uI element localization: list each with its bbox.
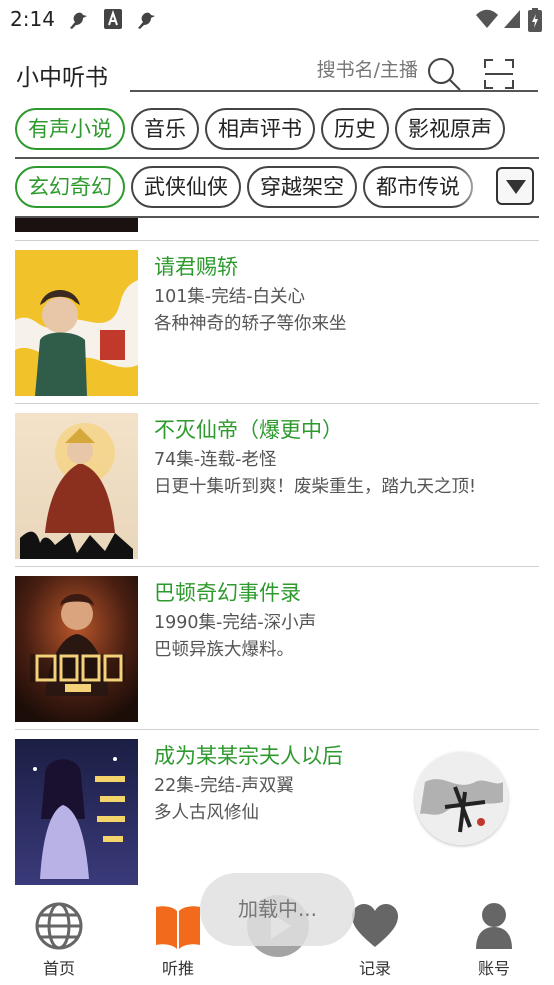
person-icon (476, 903, 512, 949)
scan-icon[interactable] (483, 58, 515, 90)
search-input[interactable] (248, 59, 418, 81)
book-title[interactable]: 巴顿奇幻事件录 (154, 577, 301, 607)
book-meta: 22集-完结-声双翼 (154, 776, 294, 796)
header: 小中听书 (0, 48, 554, 98)
book-meta: 74集-连载-老怪 (154, 450, 277, 470)
book-meta: 1990集-完结-深小声 (154, 613, 317, 633)
app-title: 小中听书 (16, 65, 108, 91)
nav-label: 听推 (161, 959, 194, 978)
globe-icon (35, 902, 83, 950)
tab-fantasy[interactable]: 玄幻奇幻 (15, 166, 125, 208)
book-icon (156, 906, 200, 949)
tab-crosstalk[interactable]: 相声评书 (205, 108, 315, 150)
book-cover[interactable] (15, 576, 138, 722)
nav-home[interactable]: 首页 (19, 901, 99, 981)
tab-time-travel[interactable]: 穿越架空 (247, 166, 357, 208)
book-cover[interactable] (15, 218, 138, 232)
tab-history[interactable]: 历史 (321, 108, 389, 150)
font-a-icon (104, 9, 122, 29)
tab-audio-novel[interactable]: 有声小说 (15, 108, 125, 150)
expand-genres-button[interactable] (496, 167, 534, 205)
genre-tab-row: 玄幻奇幻 武侠仙侠 穿越架空 都市传说 (0, 164, 554, 216)
book-description: 日更十集听到爽！废柴重生，踏九天之顶! (154, 477, 477, 497)
category-tab-row: 有声小说 音乐 相声评书 历史 影视原声 (0, 106, 554, 158)
nav-label: 记录 (358, 959, 391, 978)
tab-music[interactable]: 音乐 (131, 108, 199, 150)
tab-soundtrack[interactable]: 影视原声 (395, 108, 505, 150)
tab-wuxia[interactable]: 武侠仙侠 (131, 166, 241, 208)
search-icon[interactable] (426, 56, 462, 92)
list-item[interactable]: 请君赐轿 101集-完结-白关心 各种神奇的轿子等你来坐 (0, 240, 554, 403)
nav-label: 首页 (42, 959, 75, 978)
list-item[interactable]: 巴顿奇幻事件录 1990集-完结-深小声 巴顿异族大爆料。 (0, 566, 554, 729)
status-bar: 2:14 (0, 0, 554, 40)
battery-icon (528, 8, 542, 32)
book-cover[interactable] (15, 739, 138, 885)
divider (15, 157, 539, 159)
book-meta: 101集-完结-白关心 (154, 287, 306, 307)
search-bar (130, 56, 538, 92)
nav-label: 账号 (477, 959, 510, 978)
wifi-icon (476, 9, 498, 28)
signal-icon (504, 10, 520, 28)
now-playing-disc[interactable] (415, 752, 508, 845)
bird-icon (70, 12, 87, 29)
chevron-down-icon (506, 180, 526, 194)
book-title[interactable]: 请君赐轿 (154, 251, 238, 281)
bird-icon-2 (138, 12, 155, 29)
nav-account[interactable]: 账号 (454, 901, 534, 981)
book-description: 各种神奇的轿子等你来坐 (154, 314, 347, 334)
book-description: 巴顿异族大爆料。 (154, 640, 294, 660)
heart-icon (352, 904, 398, 947)
book-cover[interactable] (15, 250, 138, 396)
book-cover[interactable] (15, 413, 138, 559)
status-time: 2:14 (10, 7, 55, 31)
loading-toast: 加载中... (200, 873, 355, 946)
book-title[interactable]: 成为某某宗夫人以后 (154, 740, 343, 770)
book-description: 多人古风修仙 (154, 803, 259, 823)
book-title[interactable]: 不灭仙帝（爆更中） (154, 414, 343, 444)
list-item[interactable]: 不灭仙帝（爆更中） 74集-连载-老怪 日更十集听到爽！废柴重生，踏九天之顶! (0, 403, 554, 566)
